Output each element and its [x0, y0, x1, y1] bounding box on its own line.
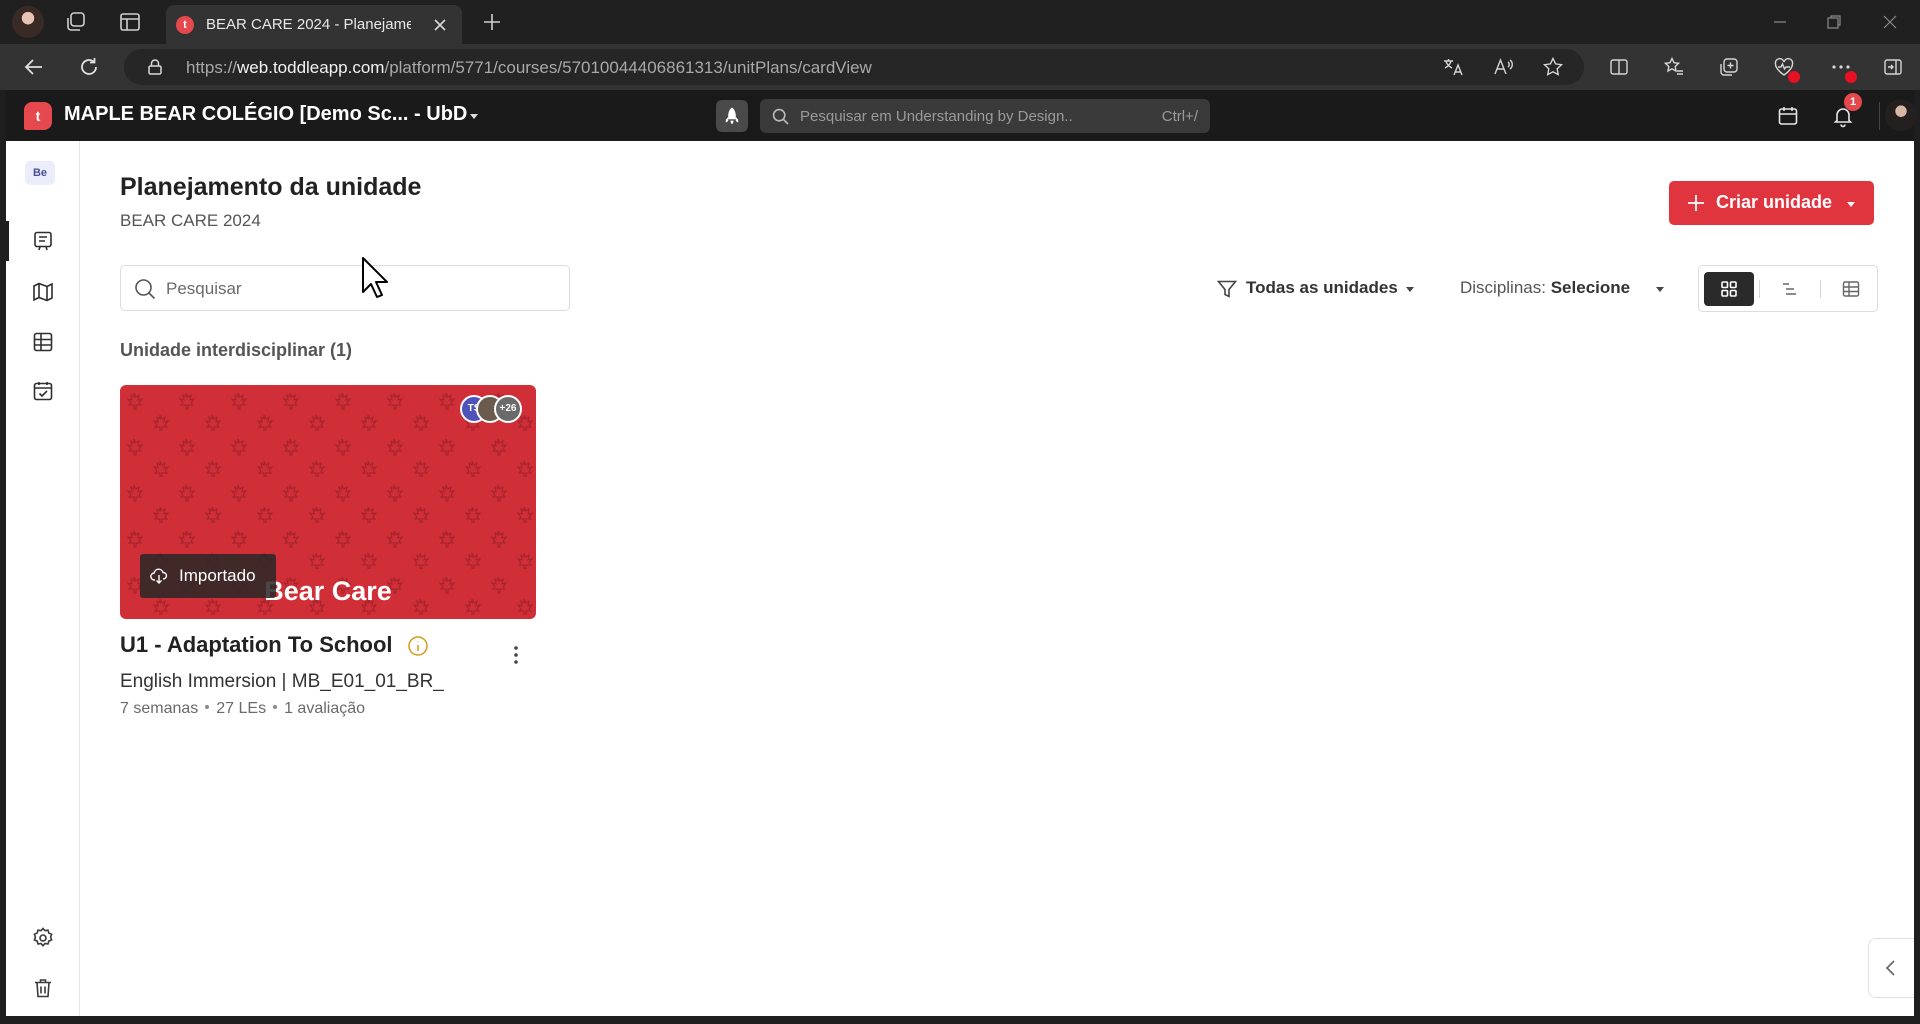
unit-stats: 7 semanas 27 LEs 1 avaliação: [120, 700, 365, 718]
disciplines-value: Selecione: [1550, 278, 1631, 297]
favorites-icon[interactable]: [1663, 56, 1685, 78]
toddle-logo[interactable]: t: [24, 102, 52, 130]
create-unit-button[interactable]: Criar unidade: [1669, 181, 1874, 225]
more-options-icon[interactable]: [504, 643, 528, 667]
card-view-button[interactable]: [1704, 272, 1754, 306]
translate-icon[interactable]: [1442, 56, 1464, 78]
chevron-down-icon: [1404, 283, 1416, 295]
school-switcher[interactable]: MAPLE BEAR COLÉGIO [Demo Sc... - UbD: [64, 103, 467, 126]
unit-search[interactable]: [120, 265, 570, 311]
window-close-icon[interactable]: [1880, 12, 1900, 32]
collapse-panel-button[interactable]: [1868, 938, 1914, 998]
search-shortcut: Ctrl+/: [1161, 108, 1198, 125]
toggle-divider: [1759, 280, 1760, 298]
view-mode-toggle: [1698, 265, 1878, 312]
new-tab-icon[interactable]: [480, 10, 504, 34]
chevron-down-icon[interactable]: [1845, 198, 1857, 210]
global-search-placeholder: Pesquisar em Understanding by Design..: [800, 108, 1073, 125]
chevron-down-icon[interactable]: [1654, 283, 1666, 295]
unit-les-count: 27 LEs: [216, 700, 267, 717]
browser-address-bar: https://web.toddleapp.com/platform/5771/…: [0, 44, 1920, 90]
info-icon[interactable]: [407, 635, 429, 657]
main-panel: Planejamento da unidade BEAR CARE 2024 C…: [80, 141, 1914, 1016]
checklist-icon[interactable]: [31, 379, 55, 403]
global-search[interactable]: Pesquisar em Understanding by Design.. C…: [760, 99, 1210, 133]
chevron-down-icon[interactable]: [468, 110, 480, 122]
toggle-divider: [1820, 280, 1821, 298]
update-badge: [1845, 71, 1857, 83]
table-view-button[interactable]: [1826, 272, 1876, 306]
trash-icon[interactable]: [31, 976, 55, 1000]
user-avatar[interactable]: [1885, 99, 1917, 131]
cloud-download-icon: [150, 567, 168, 585]
app-header: t MAPLE BEAR COLÉGIO [Demo Sc... - UbD P…: [6, 90, 1917, 141]
page-subtitle: BEAR CARE 2024: [120, 211, 261, 230]
sidebar-icon[interactable]: [1882, 56, 1904, 78]
active-tab[interactable]: t BEAR CARE 2024 - Planejamento d: [166, 5, 462, 44]
profile-avatar[interactable]: [12, 6, 44, 38]
unit-plans-icon[interactable]: [31, 229, 55, 253]
mouse-cursor: [361, 256, 391, 300]
section-title: Unidade interdisciplinar (1): [120, 340, 353, 360]
separator-dot: [273, 705, 278, 710]
collaborators-stack[interactable]: TS +26: [460, 395, 526, 423]
tab-favicon: t: [176, 16, 194, 34]
workspaces-icon[interactable]: [64, 10, 88, 34]
map-icon[interactable]: [31, 280, 55, 304]
create-unit-label: Criar unidade: [1716, 192, 1833, 212]
left-sidebar: Be: [6, 141, 80, 1016]
browser-tab-bar: t BEAR CARE 2024 - Planejamento d: [0, 0, 1920, 44]
rocket-icon[interactable]: [716, 100, 748, 132]
restore-icon[interactable]: [1824, 12, 1844, 32]
split-screen-icon[interactable]: [1608, 56, 1630, 78]
active-indicator: [6, 221, 9, 261]
more-collaborators-count: +26: [494, 395, 522, 423]
unit-card-image[interactable]: Bear Care TS +26 Importado: [120, 385, 536, 619]
plus-icon: [1686, 193, 1706, 213]
notification-badge: 1: [1844, 93, 1862, 111]
filter-icon: [1216, 278, 1238, 300]
imported-label: Importado: [179, 566, 256, 585]
search-icon: [134, 278, 156, 300]
lock-icon[interactable]: [146, 58, 164, 76]
health-alert-badge: [1788, 71, 1800, 83]
url-field[interactable]: https://web.toddleapp.com/platform/5771/…: [124, 49, 1584, 85]
disciplines-label: Disciplinas:: [1460, 278, 1546, 297]
header-divider: [1879, 102, 1880, 130]
unit-duration: 7 semanas: [120, 700, 199, 717]
tab-title: BEAR CARE 2024 - Planejamento d: [206, 16, 411, 33]
search-icon: [772, 108, 789, 125]
imported-badge: Importado: [140, 554, 276, 598]
minimize-icon[interactable]: [1770, 12, 1790, 32]
table-icon[interactable]: [31, 330, 55, 354]
content-area: Be Planejamento da unidade BEAR CARE 202…: [6, 141, 1914, 1016]
refresh-icon[interactable]: [77, 55, 101, 79]
collections-icon[interactable]: [1718, 56, 1740, 78]
favorite-star-icon[interactable]: [1542, 56, 1564, 78]
tab-actions-icon[interactable]: [118, 10, 142, 34]
disciplines-dropdown[interactable]: Disciplinas: Selecione: [1460, 278, 1630, 298]
unit-meta: English Immersion | MB_E01_01_BR_: [120, 671, 444, 692]
url-text: https://web.toddleapp.com/platform/5771/…: [186, 58, 872, 77]
back-icon[interactable]: [22, 55, 46, 79]
separator-dot: [205, 705, 210, 710]
search-input[interactable]: [166, 277, 546, 301]
chevron-left-icon: [1885, 960, 1895, 976]
settings-gear-icon[interactable]: [31, 926, 55, 950]
read-aloud-icon[interactable]: [1492, 56, 1514, 78]
list-view-button[interactable]: [1765, 272, 1815, 306]
unit-assessment-count: 1 avaliação: [284, 700, 366, 717]
course-badge[interactable]: Be: [25, 161, 55, 185]
unit-title[interactable]: U1 - Adaptation To School: [120, 632, 393, 658]
close-icon[interactable]: [432, 17, 448, 33]
page-title: Planejamento da unidade: [120, 173, 422, 201]
filter-label: Todas as unidades: [1246, 278, 1398, 297]
calendar-icon[interactable]: [1776, 104, 1800, 128]
